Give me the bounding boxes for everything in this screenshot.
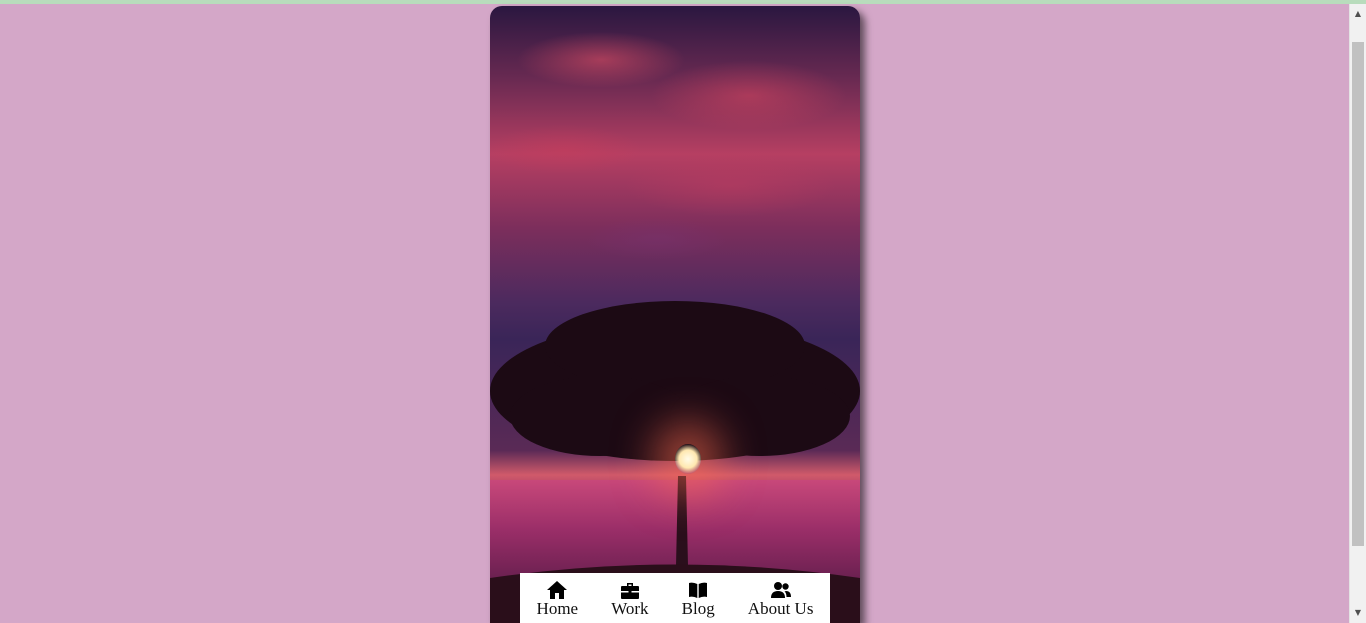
book-icon [689,582,708,598]
nav-work[interactable]: Work [611,580,649,618]
nav-blog[interactable]: Blog [682,580,715,618]
vertical-scrollbar[interactable]: ▲ ▼ [1349,4,1366,623]
bottom-navigation: Home Work Blog About Us [520,573,830,623]
nav-about-us-label: About Us [747,599,814,618]
briefcase-icon [620,583,639,599]
sun-glow [675,444,701,474]
nav-home[interactable]: Home [536,580,579,618]
nav-blog-label: Blog [681,599,715,618]
home-icon [547,581,568,599]
nav-about-us[interactable]: About Us [747,580,814,618]
hero-image-card [490,6,860,623]
scroll-up-arrow[interactable]: ▲ [1350,6,1366,22]
tree-silhouette [490,301,860,623]
scroll-thumb[interactable] [1352,42,1364,546]
users-icon [770,582,791,598]
nav-home-label: Home [536,599,579,618]
top-strip [0,0,1366,4]
scroll-down-arrow[interactable]: ▼ [1350,605,1366,621]
nav-work-label: Work [611,599,649,618]
